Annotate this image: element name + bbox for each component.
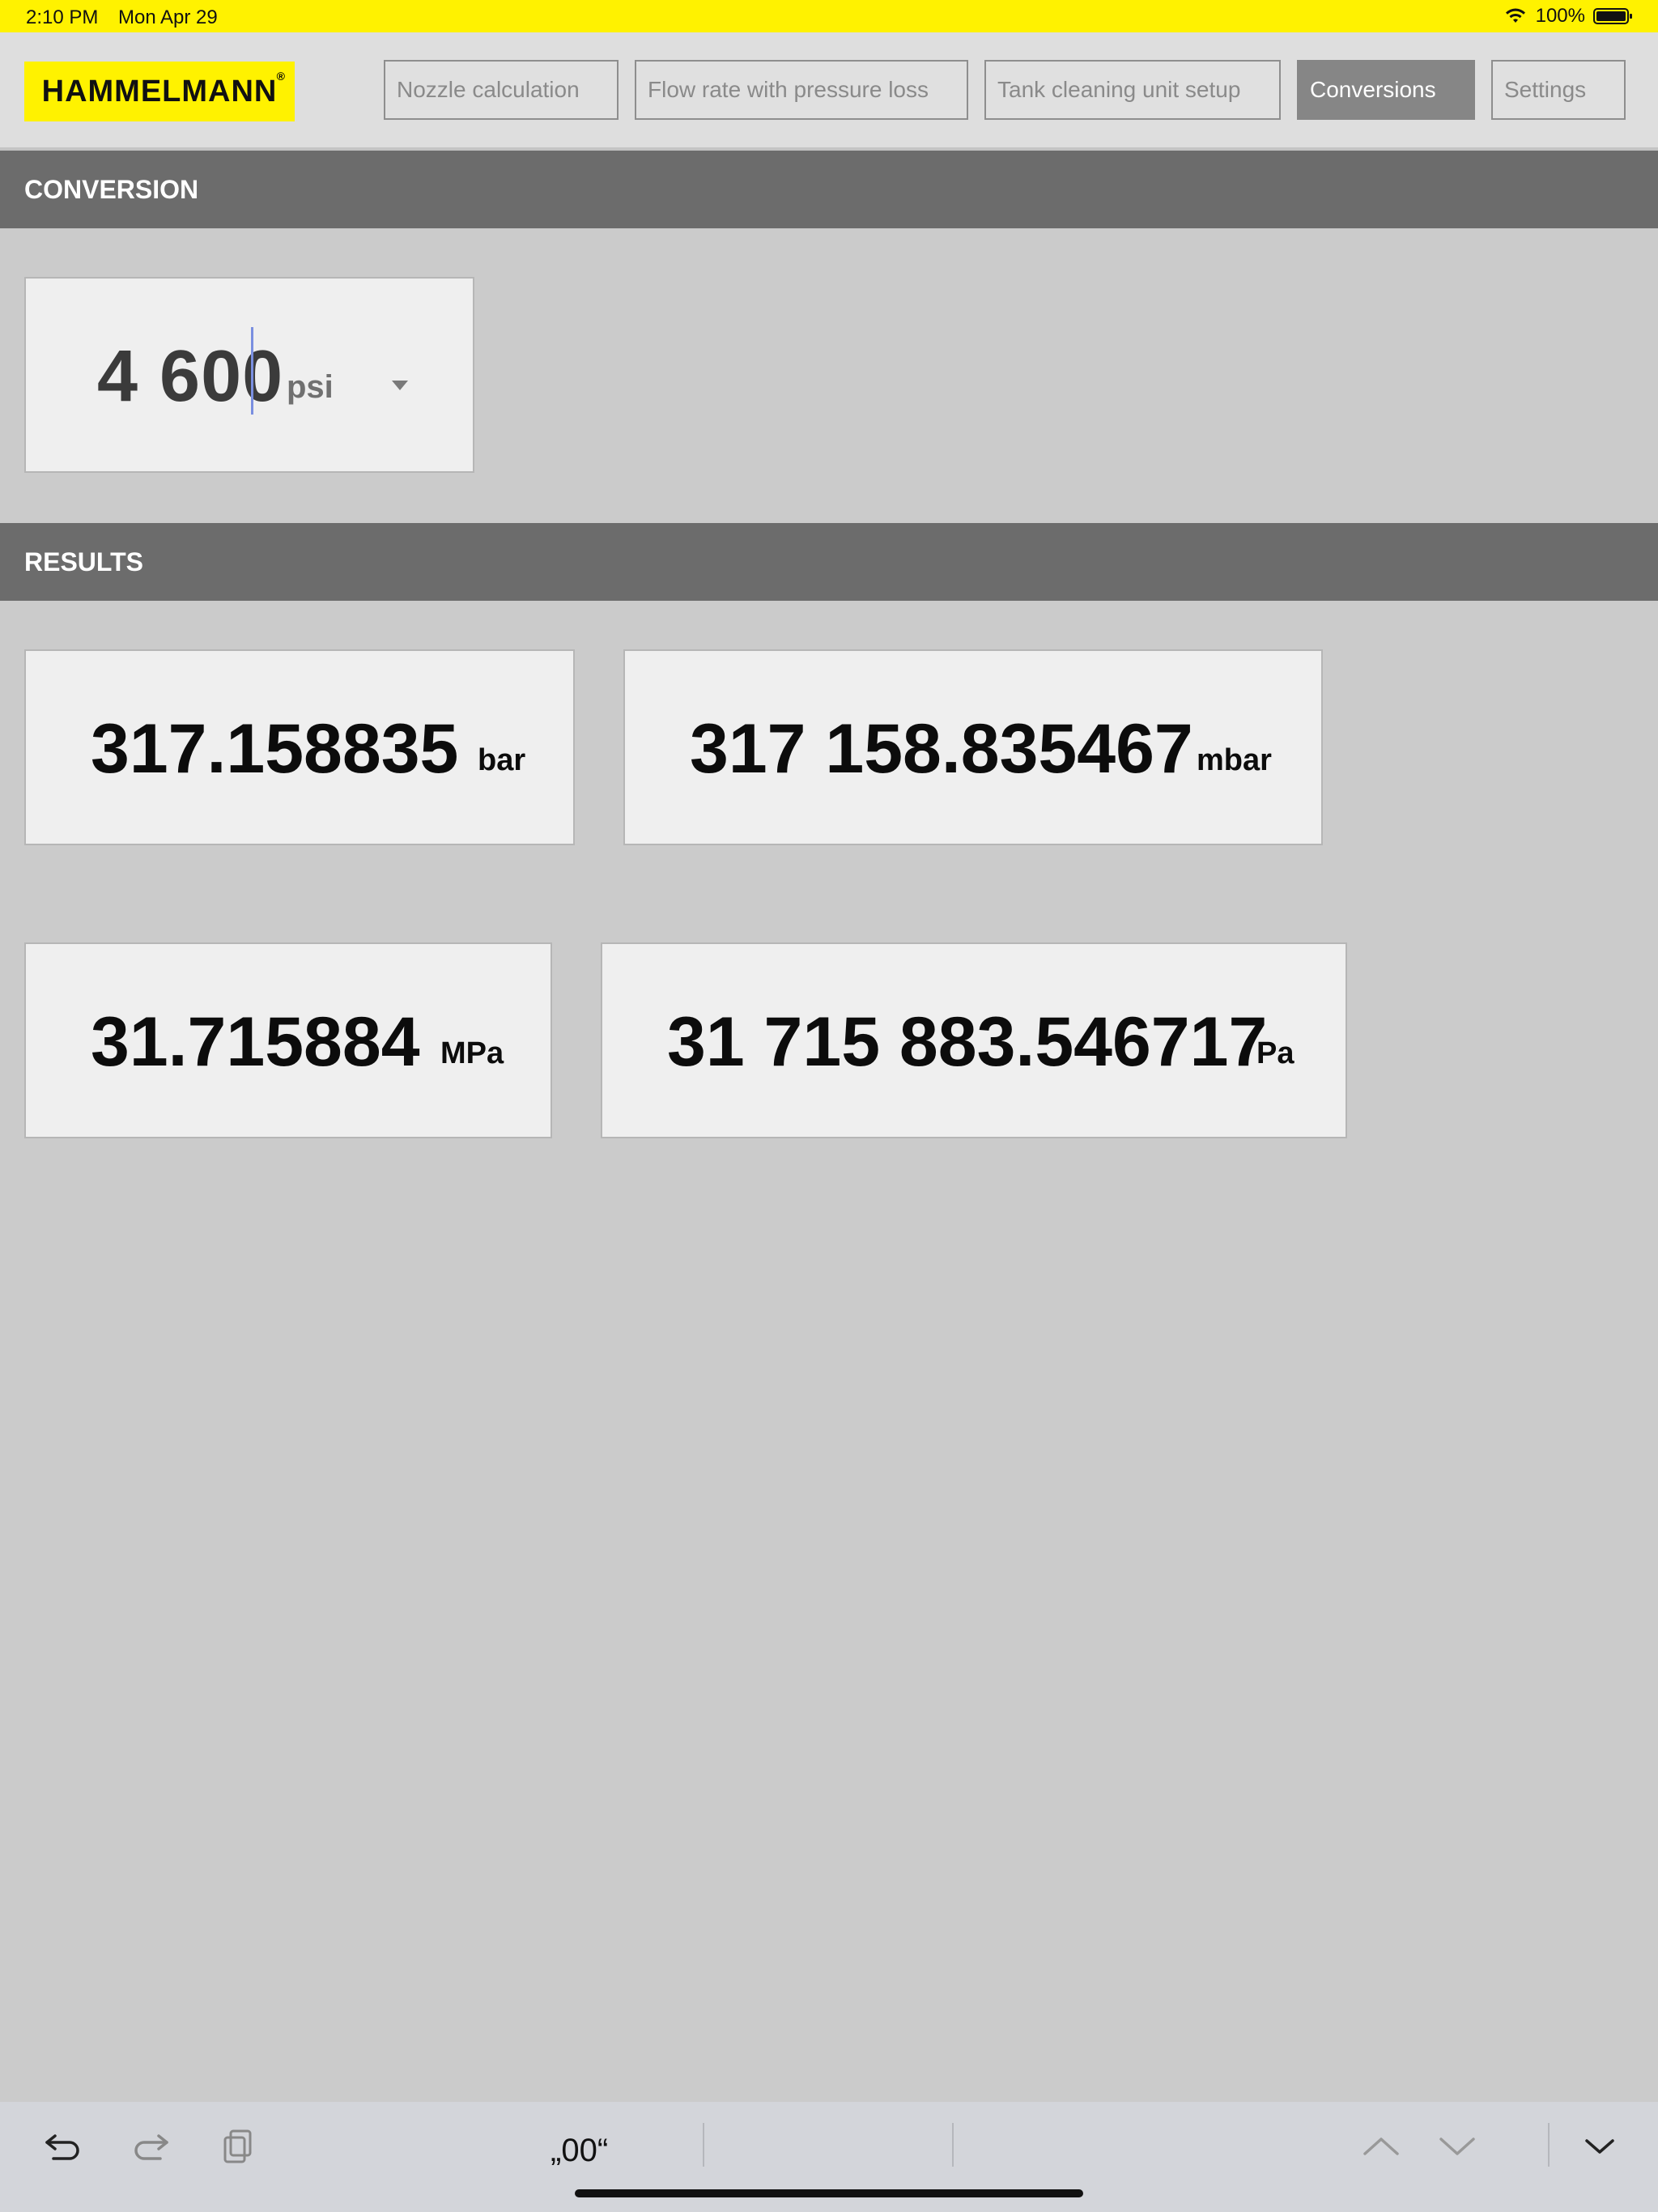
tab-tank-cleaning-unit-setup[interactable]: Tank cleaning unit setup xyxy=(984,60,1281,120)
result-card-pa: 31 715 883.546717 Pa xyxy=(601,942,1347,1138)
tab-nozzle-calculation[interactable]: Nozzle calculation xyxy=(384,60,619,120)
app-header: HAMMELMANN ® Nozzle calculation Flow rat… xyxy=(0,32,1658,151)
result-value-bar: 317.158835 xyxy=(91,710,459,788)
dismiss-keyboard-icon[interactable] xyxy=(1584,2134,1616,2159)
battery-percent: 100% xyxy=(1535,5,1585,27)
status-time: 2:10 PM xyxy=(26,6,99,28)
status-right: 100% xyxy=(1503,5,1634,28)
logo-registered-mark: ® xyxy=(276,70,285,83)
result-card-mpa: 31.715884 MPa xyxy=(24,942,552,1138)
wifi-icon xyxy=(1505,8,1525,23)
result-unit-mbar: mbar xyxy=(1197,743,1272,777)
status-bar: 2:10 PM Mon Apr 29 100% xyxy=(0,0,1658,32)
conversion-section-header: CONVERSION xyxy=(0,151,1658,228)
result-unit-mpa: MPa xyxy=(440,1036,504,1070)
pressure-input-value[interactable]: 4 600 xyxy=(97,335,283,419)
undo-icon[interactable] xyxy=(42,2126,84,2168)
logo-text: HAMMELMANN xyxy=(41,74,278,108)
home-indicator[interactable] xyxy=(575,2189,1083,2197)
keyboard-suggestion[interactable]: „00“ xyxy=(551,2133,608,2169)
chevron-down-icon[interactable] xyxy=(1438,2133,1477,2159)
tab-conversions[interactable]: Conversions xyxy=(1297,60,1475,120)
pressure-input-card[interactable]: 4 600 psi xyxy=(24,277,474,473)
suggestion-divider xyxy=(952,2123,954,2167)
result-value-mbar: 317 158.835467 xyxy=(690,710,1193,788)
text-caret xyxy=(251,327,253,415)
result-unit-pa: Pa xyxy=(1256,1036,1295,1070)
unit-select-label[interactable]: psi xyxy=(287,369,334,406)
hammelmann-logo: HAMMELMANN ® xyxy=(24,62,295,121)
result-value-pa: 31 715 883.546717 xyxy=(667,1003,1268,1081)
result-card-mbar: 317 158.835467 mbar xyxy=(623,649,1323,845)
result-value-mpa: 31.715884 xyxy=(91,1003,420,1081)
results-section-header: RESULTS xyxy=(0,523,1658,601)
tab-settings[interactable]: Settings xyxy=(1491,60,1626,120)
result-unit-bar: bar xyxy=(478,743,526,777)
suggestion-divider xyxy=(703,2123,704,2167)
accessory-divider xyxy=(1548,2123,1550,2167)
tab-flow-rate-pressure-loss[interactable]: Flow rate with pressure loss xyxy=(635,60,968,120)
battery-icon xyxy=(1593,8,1632,24)
dropdown-arrow-icon[interactable] xyxy=(392,381,408,390)
chevron-up-icon[interactable] xyxy=(1362,2133,1401,2159)
status-date: Mon Apr 29 xyxy=(118,6,218,28)
paste-icon[interactable] xyxy=(220,2126,256,2167)
result-card-bar: 317.158835 bar xyxy=(24,649,575,845)
redo-icon[interactable] xyxy=(130,2126,172,2168)
